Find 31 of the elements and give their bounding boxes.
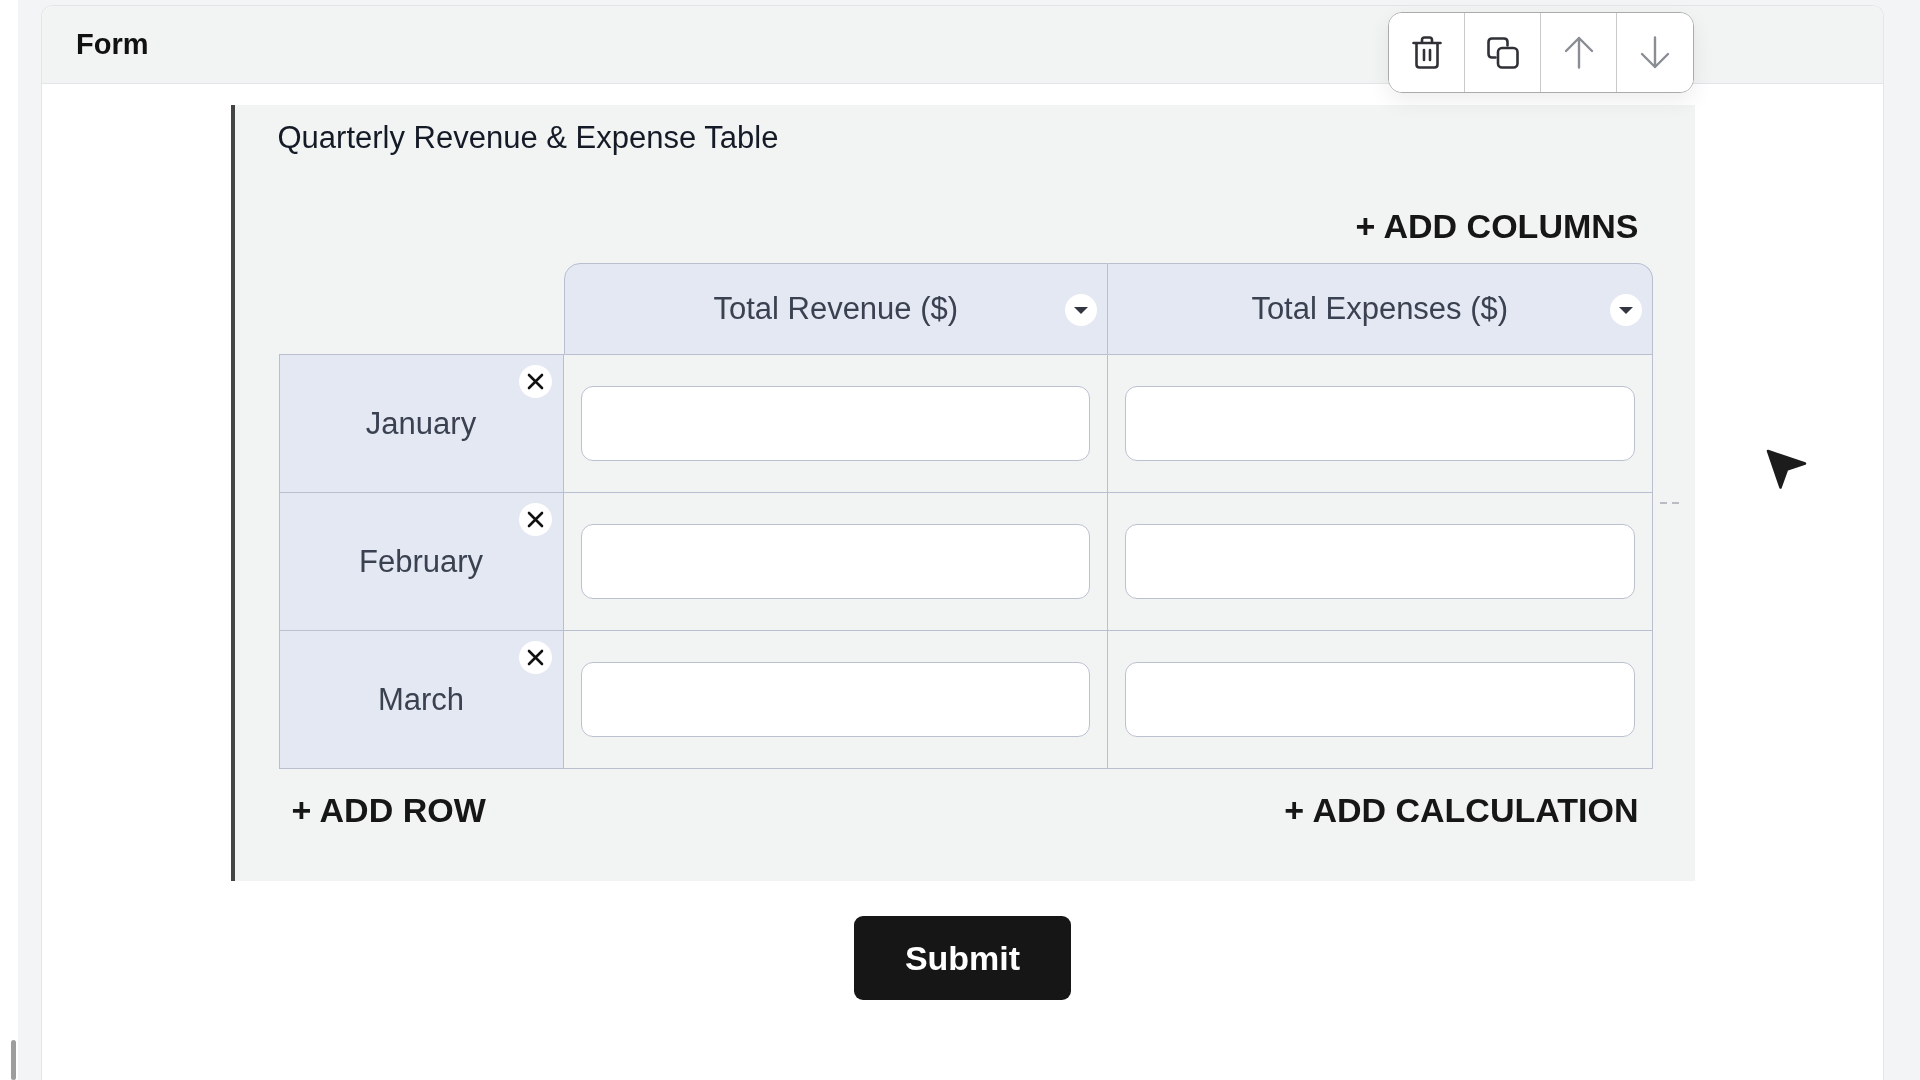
close-icon[interactable] bbox=[518, 503, 552, 536]
submit-button[interactable]: Submit bbox=[854, 916, 1071, 1000]
row-label: February bbox=[358, 543, 483, 580]
input-field[interactable] bbox=[580, 386, 1090, 461]
caret-icon[interactable] bbox=[1609, 294, 1642, 326]
caret-icon[interactable] bbox=[1065, 294, 1097, 326]
input-field[interactable] bbox=[1125, 662, 1635, 737]
dash-icon bbox=[1659, 502, 1680, 505]
copy-icon bbox=[1486, 36, 1519, 69]
table-title: Quarterly Revenue & Expense Table bbox=[277, 119, 780, 157]
arrow-up-icon bbox=[1563, 36, 1594, 69]
row-label: March bbox=[377, 681, 465, 718]
close-icon[interactable] bbox=[518, 365, 552, 398]
row-label: January bbox=[365, 405, 477, 442]
delete-button[interactable] bbox=[1389, 13, 1465, 92]
input-field[interactable] bbox=[580, 524, 1090, 599]
scrollbar-thumb[interactable] bbox=[11, 1040, 16, 1080]
add-calculation-button[interactable]: + ADD CALCULATION bbox=[1284, 790, 1639, 830]
close-icon[interactable] bbox=[518, 641, 552, 674]
input-field[interactable] bbox=[1125, 524, 1635, 599]
form-title: Form bbox=[76, 28, 149, 61]
input-field[interactable] bbox=[580, 662, 1090, 737]
trash-icon bbox=[1411, 36, 1442, 69]
arrow-down-icon bbox=[1640, 36, 1670, 69]
add-columns-button[interactable]: + ADD COLUMNS bbox=[1355, 206, 1639, 246]
column-label: Total Expenses ($) bbox=[1251, 291, 1509, 327]
add-row-button[interactable]: + ADD ROW bbox=[291, 790, 486, 830]
column-label: Total Revenue ($) bbox=[713, 291, 959, 327]
input-field[interactable] bbox=[1125, 386, 1635, 461]
cursor-icon bbox=[1765, 448, 1807, 490]
duplicate-button[interactable] bbox=[1465, 13, 1541, 92]
